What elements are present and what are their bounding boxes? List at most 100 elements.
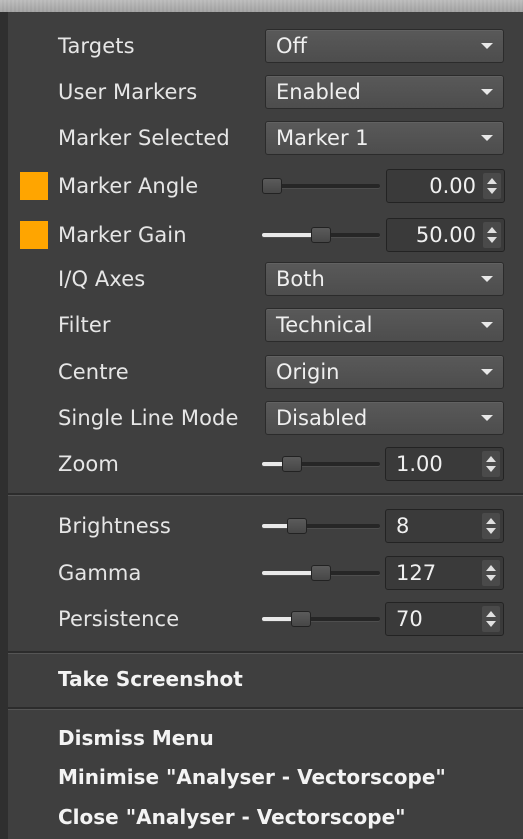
filter-dropdown[interactable]: Technical xyxy=(265,308,504,342)
zoom-row: Zoom 1.00 xyxy=(8,442,523,486)
chevron-down-icon xyxy=(481,322,493,328)
menu-left-edge xyxy=(0,12,8,839)
gamma-value: 127 xyxy=(396,561,437,585)
filter-label: Filter xyxy=(58,313,111,337)
gamma-label: Gamma xyxy=(58,561,142,585)
single-line-mode-dropdown[interactable]: Disabled xyxy=(265,401,504,435)
arrow-up-icon xyxy=(487,178,497,184)
single-line-mode-value: Disabled xyxy=(276,406,368,430)
marker-angle-row: Marker Angle 0.00 xyxy=(8,164,523,208)
gamma-spinbox[interactable]: 127 xyxy=(385,556,504,590)
marker-angle-label: Marker Angle xyxy=(58,174,199,198)
marker-gain-row: Marker Gain 50.00 xyxy=(8,213,523,257)
targets-label: Targets xyxy=(58,34,135,58)
menu-top-edge xyxy=(0,0,523,12)
marker-gain-value: 50.00 xyxy=(415,223,476,247)
chevron-down-icon xyxy=(481,43,493,49)
menu-separator xyxy=(8,651,523,654)
iq-axes-label: I/Q Axes xyxy=(58,267,146,291)
chevron-down-icon xyxy=(481,415,493,421)
marker-gain-spinbox[interactable]: 50.00 xyxy=(386,218,505,252)
marker-color-swatch[interactable] xyxy=(20,221,48,249)
arrow-down-icon xyxy=(486,575,496,581)
centre-dropdown[interactable]: Origin xyxy=(265,355,504,389)
zoom-slider[interactable] xyxy=(262,456,380,472)
chevron-down-icon xyxy=(481,89,493,95)
arrow-up-icon xyxy=(486,456,496,462)
gamma-row: Gamma 127 xyxy=(8,551,523,595)
close-window-item[interactable]: Close "Analyser - Vectorscope" xyxy=(58,798,518,836)
context-menu: Targets Off User Markers Enabled Marker … xyxy=(8,12,523,839)
single-line-mode-label: Single Line Mode xyxy=(58,406,239,430)
centre-row: Centre Origin xyxy=(8,350,523,394)
iq-axes-dropdown[interactable]: Both xyxy=(265,262,504,296)
gamma-slider[interactable] xyxy=(262,565,380,581)
slider-handle[interactable] xyxy=(291,611,311,627)
marker-angle-slider[interactable] xyxy=(262,178,380,194)
spin-buttons[interactable] xyxy=(482,560,500,586)
arrow-up-icon xyxy=(486,565,496,571)
persistence-slider[interactable] xyxy=(262,611,380,627)
arrow-up-icon xyxy=(486,518,496,524)
spin-buttons[interactable] xyxy=(482,451,500,477)
persistence-spinbox[interactable]: 70 xyxy=(385,602,504,636)
brightness-slider[interactable] xyxy=(262,518,380,534)
arrow-down-icon xyxy=(486,621,496,627)
arrow-down-icon xyxy=(486,466,496,472)
arrow-up-icon xyxy=(487,227,497,233)
filter-value: Technical xyxy=(276,313,373,337)
marker-gain-label: Marker Gain xyxy=(58,223,187,247)
marker-color-swatch[interactable] xyxy=(20,172,48,200)
zoom-label: Zoom xyxy=(58,452,119,476)
marker-selected-dropdown[interactable]: Marker 1 xyxy=(265,121,504,155)
marker-angle-value: 0.00 xyxy=(429,174,476,198)
slider-handle[interactable] xyxy=(262,178,282,194)
menu-separator xyxy=(8,707,523,710)
chevron-down-icon xyxy=(481,369,493,375)
centre-value: Origin xyxy=(276,360,340,384)
take-screenshot-item[interactable]: Take Screenshot xyxy=(58,660,518,698)
arrow-down-icon xyxy=(487,237,497,243)
spin-buttons[interactable] xyxy=(483,173,501,199)
targets-dropdown[interactable]: Off xyxy=(265,29,504,63)
marker-selected-value: Marker 1 xyxy=(276,126,369,150)
dismiss-menu-item[interactable]: Dismiss Menu xyxy=(58,719,518,757)
marker-selected-label: Marker Selected xyxy=(58,126,230,150)
targets-value: Off xyxy=(276,34,307,58)
marker-gain-slider[interactable] xyxy=(262,227,380,243)
user-markers-dropdown[interactable]: Enabled xyxy=(265,75,504,109)
brightness-value: 8 xyxy=(396,514,410,538)
brightness-spinbox[interactable]: 8 xyxy=(385,509,504,543)
marker-selected-row: Marker Selected Marker 1 xyxy=(8,116,523,160)
centre-label: Centre xyxy=(58,360,129,384)
arrow-down-icon xyxy=(487,188,497,194)
user-markers-label: User Markers xyxy=(58,80,198,104)
chevron-down-icon xyxy=(481,276,493,282)
persistence-row: Persistence 70 xyxy=(8,597,523,641)
arrow-up-icon xyxy=(486,611,496,617)
slider-handle[interactable] xyxy=(282,456,302,472)
persistence-label: Persistence xyxy=(58,607,180,631)
slider-handle[interactable] xyxy=(287,518,307,534)
menu-separator xyxy=(8,493,523,496)
slider-handle[interactable] xyxy=(311,565,331,581)
spin-buttons[interactable] xyxy=(482,606,500,632)
persistence-value: 70 xyxy=(396,607,423,631)
iq-axes-value: Both xyxy=(276,267,325,291)
zoom-value: 1.00 xyxy=(396,452,443,476)
minimise-window-item[interactable]: Minimise "Analyser - Vectorscope" xyxy=(58,758,518,796)
brightness-label: Brightness xyxy=(58,514,171,538)
chevron-down-icon xyxy=(481,135,493,141)
arrow-down-icon xyxy=(486,528,496,534)
zoom-spinbox[interactable]: 1.00 xyxy=(385,447,504,481)
user-markers-row: User Markers Enabled xyxy=(8,70,523,114)
filter-row: Filter Technical xyxy=(8,303,523,347)
spin-buttons[interactable] xyxy=(483,222,501,248)
spin-buttons[interactable] xyxy=(482,513,500,539)
targets-row: Targets Off xyxy=(8,24,523,68)
brightness-row: Brightness 8 xyxy=(8,504,523,548)
single-line-mode-row: Single Line Mode Disabled xyxy=(8,396,523,440)
marker-angle-spinbox[interactable]: 0.00 xyxy=(386,169,505,203)
slider-handle[interactable] xyxy=(311,227,331,243)
user-markers-value: Enabled xyxy=(276,80,361,104)
